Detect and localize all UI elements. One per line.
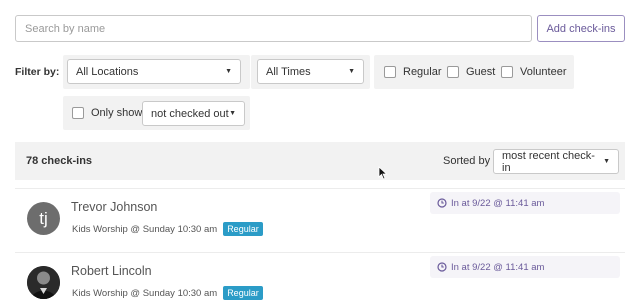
caret-down-icon: ▼	[348, 68, 355, 75]
only-show-select[interactable]: not checked out ▼	[142, 101, 245, 126]
check-in-time: In at 9/22 @ 11:41 am	[451, 261, 545, 273]
sorted-by-label: Sorted by	[443, 155, 491, 167]
event-text: Kids Worship @ Sunday 10:30 am	[72, 223, 218, 235]
person-name[interactable]: Robert Lincoln	[71, 264, 152, 278]
filter-label: Filter by:	[15, 66, 60, 78]
guest-checkbox-label: Guest	[466, 66, 496, 78]
check-in-time: In at 9/22 @ 11:41 am	[451, 197, 545, 209]
clock-icon	[437, 198, 447, 208]
cursor-icon	[378, 166, 388, 180]
checkbox-box	[72, 107, 84, 119]
volunteer-checkbox[interactable]: Volunteer	[501, 66, 566, 78]
caret-down-icon: ▼	[229, 110, 236, 117]
regular-checkbox[interactable]: Regular	[384, 66, 442, 78]
summary-bar: 78 check-ins Sorted by most recent check…	[15, 142, 625, 180]
location-select-value: All Locations	[76, 65, 139, 78]
event-line: Kids Worship @ Sunday 10:30 am Regular	[72, 222, 263, 236]
only-show-select-value: not checked out	[151, 107, 229, 120]
checkbox-box	[384, 66, 396, 78]
avatar-initials: tj	[39, 208, 48, 228]
check-in-row[interactable]: tj Trevor Johnson Kids Worship @ Sunday …	[15, 188, 625, 248]
avatar	[27, 266, 60, 299]
only-show-checkbox[interactable]: Only show	[72, 107, 142, 119]
check-in-row[interactable]: Robert Lincoln Kids Worship @ Sunday 10:…	[15, 252, 625, 303]
avatar: tj	[27, 202, 60, 235]
time-select-value: All Times	[266, 65, 311, 78]
only-show-label: Only show	[91, 107, 143, 119]
time-select[interactable]: All Times ▼	[257, 59, 364, 84]
guest-checkbox[interactable]: Guest	[447, 66, 495, 78]
checkbox-box	[501, 66, 513, 78]
check-in-count: 78 check-ins	[26, 155, 93, 167]
kind-badge: Regular	[223, 222, 263, 236]
caret-down-icon: ▼	[225, 68, 232, 75]
sort-select-value: most recent check-in	[502, 149, 595, 174]
clock-icon	[437, 262, 447, 272]
check-in-time-pill: In at 9/22 @ 11:41 am	[430, 192, 620, 214]
checkbox-box	[447, 66, 459, 78]
regular-checkbox-label: Regular	[403, 66, 442, 78]
search-input[interactable]	[15, 15, 532, 42]
add-check-ins-button[interactable]: Add check-ins	[537, 15, 625, 42]
caret-down-icon: ▼	[603, 158, 610, 165]
event-text: Kids Worship @ Sunday 10:30 am	[72, 287, 218, 299]
kind-badge: Regular	[223, 286, 263, 300]
avatar-photo	[27, 266, 60, 299]
sort-select[interactable]: most recent check-in ▼	[493, 149, 619, 174]
person-name[interactable]: Trevor Johnson	[71, 200, 157, 214]
check-in-time-pill: In at 9/22 @ 11:41 am	[430, 256, 620, 278]
volunteer-checkbox-label: Volunteer	[520, 66, 567, 78]
event-line: Kids Worship @ Sunday 10:30 am Regular	[72, 286, 263, 300]
location-select[interactable]: All Locations ▼	[67, 59, 241, 84]
